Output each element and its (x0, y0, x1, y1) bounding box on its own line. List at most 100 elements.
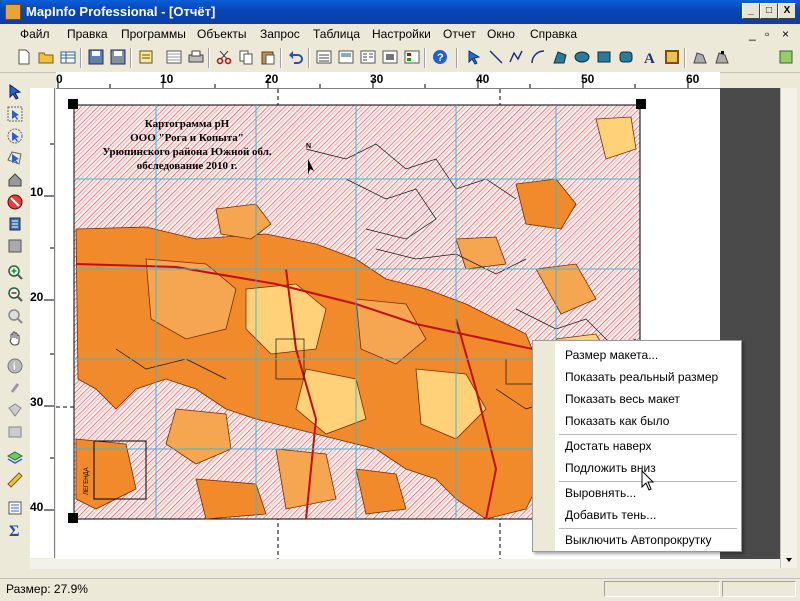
toolbar-misc-icon[interactable] (778, 49, 794, 65)
menu-item-entire-layout[interactable]: Показать весь макет (565, 392, 680, 406)
selection-handle[interactable] (68, 99, 78, 109)
menu-table[interactable]: Таблица (313, 27, 360, 41)
open-icon[interactable] (38, 49, 54, 65)
copy-icon[interactable] (238, 49, 254, 65)
hotlink-icon[interactable] (382, 49, 398, 65)
polygon-icon[interactable] (552, 49, 568, 65)
mapinfo-app-icon[interactable] (5, 4, 21, 20)
marquee-select-icon[interactable] (7, 106, 23, 122)
vertical-scrollbar[interactable] (780, 88, 797, 568)
status-bar: Размер: 27.9% (0, 578, 800, 601)
cut-icon[interactable] (216, 49, 232, 65)
menu-query[interactable]: Запрос (260, 27, 300, 41)
home-view-icon[interactable] (7, 172, 23, 188)
select-icon[interactable] (7, 84, 23, 100)
help-icon[interactable]: ? (432, 49, 448, 65)
selection-handle[interactable] (68, 513, 78, 523)
context-menu-separator (559, 434, 737, 435)
grabber-icon[interactable] (7, 216, 23, 232)
menu-objects[interactable]: Объекты (197, 27, 247, 41)
reshape-icon[interactable] (692, 49, 708, 65)
save-as-icon[interactable] (110, 49, 126, 65)
menu-bar: Файл Правка Программы Объекты Запрос Таб… (0, 24, 800, 44)
layout-icon[interactable] (338, 49, 354, 65)
maximize-button[interactable]: □ (760, 3, 778, 19)
radius-select-icon[interactable] (7, 128, 23, 144)
svg-text:?: ? (437, 52, 444, 64)
context-menu-separator (559, 528, 737, 529)
ruler-label-h: 30 (370, 72, 384, 86)
mdi-close-button[interactable]: × (782, 27, 789, 41)
save-icon[interactable] (88, 49, 104, 65)
scroll-down-arrow-icon[interactable] (781, 88, 797, 568)
menu-item-autoscroll-off[interactable]: Выключить Автопрокрутку (565, 533, 711, 547)
hotlink-tool-icon[interactable] (7, 380, 23, 396)
pointer-draw-icon[interactable] (466, 49, 482, 65)
arc-icon[interactable] (530, 49, 546, 65)
horizontal-scrollbar[interactable] (30, 559, 780, 569)
menu-programs[interactable]: Программы (121, 27, 186, 41)
line-icon[interactable] (488, 49, 504, 65)
open-table-icon[interactable] (60, 49, 76, 65)
menu-item-bring-to-front[interactable]: Достать наверх (565, 439, 652, 453)
mdi-minimize-button[interactable]: _ (749, 27, 756, 41)
invert-select-icon[interactable] (7, 194, 23, 210)
new-icon[interactable] (16, 49, 32, 65)
statistics-icon[interactable]: Σ (7, 522, 23, 538)
info-icon[interactable]: i (7, 358, 23, 374)
menu-item-layout-size[interactable]: Размер макета... (565, 348, 658, 362)
minimize-button[interactable]: _ (742, 3, 760, 19)
layer-stack-icon[interactable] (7, 450, 23, 466)
rounded-rectangle-icon[interactable] (618, 49, 634, 65)
selection-handle[interactable] (636, 99, 646, 109)
main-toolbar: ? A (0, 44, 800, 73)
toolbar-separator (456, 48, 458, 68)
paste-icon[interactable] (260, 49, 276, 65)
redistrict-icon[interactable] (360, 49, 376, 65)
legend-toolbar-icon[interactable] (404, 49, 420, 65)
vertical-ruler-ticks (44, 143, 54, 511)
menu-window[interactable]: Окно (487, 27, 515, 41)
menu-file[interactable]: Файл (20, 27, 50, 41)
menu-edit[interactable]: Правка (67, 27, 108, 41)
layer-control-icon[interactable] (138, 49, 154, 65)
print-icon[interactable] (188, 49, 204, 65)
change-view-icon[interactable] (7, 308, 23, 324)
text-icon[interactable]: A (642, 49, 658, 65)
map-title-line: обследование 2010 г. (136, 160, 238, 172)
ruler-label-h: 10 (160, 72, 174, 86)
frame-icon[interactable] (664, 49, 680, 65)
menu-help[interactable]: Справка (530, 27, 577, 41)
polyline-icon[interactable] (508, 49, 524, 65)
zoom-out-icon[interactable] (7, 286, 23, 302)
undo-icon[interactable] (288, 49, 304, 65)
rectangle-icon[interactable] (596, 49, 612, 65)
graph-icon[interactable] (316, 49, 332, 65)
ruler-label-h: 20 (265, 72, 279, 86)
zoom-in-icon[interactable] (7, 264, 23, 280)
mdi-restore-button[interactable]: ▫ (765, 27, 769, 41)
menu-item-align[interactable]: Выровнять... (565, 486, 636, 500)
toolbar-separator (130, 48, 132, 68)
menu-settings[interactable]: Настройки (372, 27, 431, 41)
ruler-label-h: 60 (686, 72, 700, 86)
menu-report[interactable]: Отчет (443, 27, 476, 41)
label-icon[interactable] (7, 402, 23, 418)
menu-item-previous-view[interactable]: Показать как было (565, 414, 669, 428)
add-node-icon[interactable] (714, 49, 730, 65)
main-tools-palette: i Σ (4, 80, 26, 550)
browser-icon[interactable] (166, 49, 182, 65)
menu-item-add-shadow[interactable]: Добавить тень... (565, 508, 656, 522)
menu-item-actual-size[interactable]: Показать реальный размер (565, 370, 718, 384)
map-title-line: ООО "Рога и Копыта" (130, 132, 244, 144)
layer-icon[interactable] (7, 238, 23, 254)
ellipse-icon[interactable] (574, 49, 590, 65)
ruler-icon[interactable] (7, 472, 23, 488)
boundary-select-icon[interactable] (7, 150, 23, 166)
close-button[interactable]: X (778, 3, 796, 19)
legend-icon[interactable] (7, 500, 23, 516)
pan-icon[interactable] (7, 330, 23, 346)
ruler-label-v: 30 (30, 395, 44, 409)
drag-window-icon[interactable] (7, 424, 23, 440)
zoom-status: Размер: 27.9% (6, 582, 88, 596)
